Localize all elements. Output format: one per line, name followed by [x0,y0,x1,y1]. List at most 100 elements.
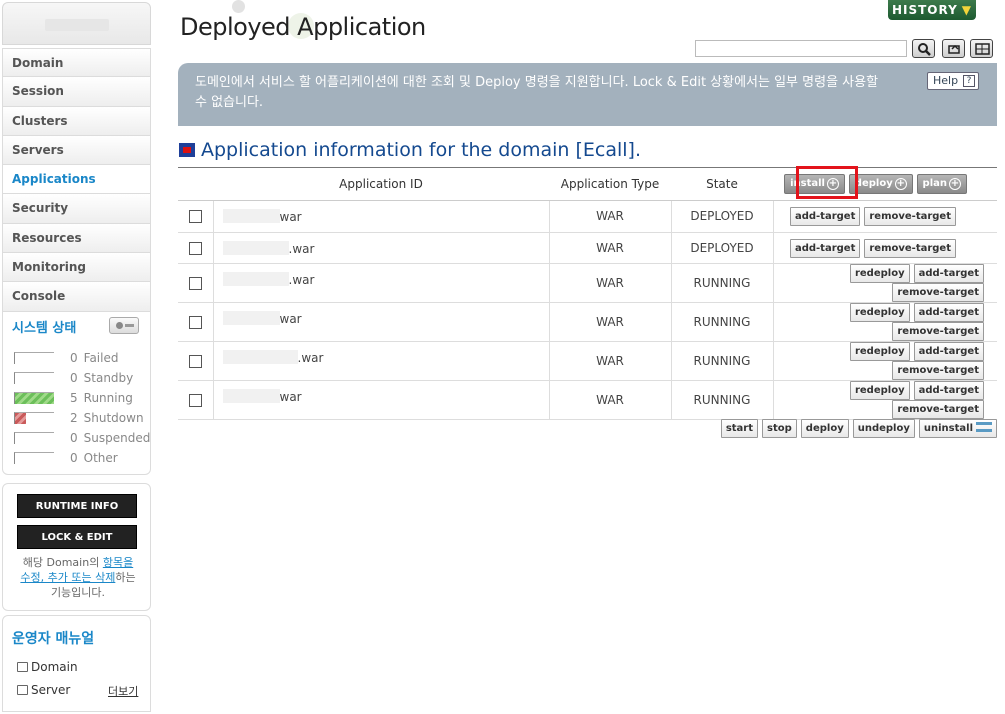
remove-target-button[interactable]: remove-target [892,361,984,381]
add-target-button[interactable]: add-target [913,264,984,284]
status-row-running: 5 Running [12,388,147,408]
status-count-value: 2 [70,411,78,425]
status-count-label: Suspended [83,431,151,445]
add-target-button[interactable]: add-target [789,238,861,258]
start-button[interactable]: start [720,419,759,438]
app-id-cell: .war [212,263,549,304]
manual-more-link[interactable]: 더보기 [108,683,138,699]
sidebar-item-security[interactable]: Security [2,194,151,224]
runtime-info-button[interactable]: RUNTIME INFO [17,494,137,518]
status-row-shutdown: 2 Shutdown [12,408,147,428]
refresh-button[interactable] [942,39,965,58]
redacted-app-name [222,240,289,255]
search-icon [918,43,931,56]
stop-button[interactable]: stop [762,419,797,438]
deploy-button[interactable]: deploy + [848,174,913,194]
row-checkbox[interactable] [188,210,202,224]
app-type-cell: WAR [548,302,671,343]
row-checkbox[interactable] [188,355,202,369]
redacted-app-name [222,272,289,287]
deploy-button[interactable]: deploy [800,419,849,438]
row-checkbox[interactable] [188,394,202,408]
status-count-value: 5 [70,391,78,405]
decor-circle [232,0,245,13]
section-flag-inner [183,147,191,153]
status-count-value: 0 [70,351,78,365]
row-checkbox[interactable] [188,277,202,291]
redacted-app-name [222,209,280,223]
table-row: war WAR RUNNING redeploy add-targetremove-ta… [178,302,997,343]
header-state: State [671,167,773,201]
search-input[interactable] [695,40,907,57]
sidebar-item-session[interactable]: Session [2,77,151,107]
table-body: war WAR DEPLOYED add-target remove-target .wa… [178,200,997,421]
add-target-button[interactable]: add-target [913,381,984,401]
chevron-down-icon: ▼ [961,3,973,17]
status-gauge [14,452,54,464]
manual-item-server[interactable]: Server [17,683,70,697]
status-count: 0 Suspended [70,431,150,445]
logo [2,2,151,45]
uninstall-button[interactable]: uninstall [918,419,997,438]
row-actions-cell: redeploy add-targetremove-target [772,341,997,382]
add-target-button[interactable]: add-target [789,206,861,226]
undeploy-button[interactable]: undeploy [852,419,915,438]
remove-target-button[interactable]: remove-target [864,206,956,226]
note-text: 해당 Domain의 [22,556,103,569]
row-actions-cell: redeploy add-targetremove-target [772,263,997,304]
row-actions-cell: redeploy add-targetremove-target [772,302,997,343]
add-target-button[interactable]: add-target [913,342,984,362]
history-button[interactable]: HISTORY ▼ [888,0,976,20]
install-button[interactable]: install + [784,174,845,194]
remove-target-button[interactable]: remove-target [892,322,984,342]
sidebar-item-applications[interactable]: Applications [2,165,151,195]
remove-target-button[interactable]: remove-target [864,238,956,258]
page-title: Deployed Application [180,13,426,41]
status-count: 0 Failed [70,351,118,365]
app-type-cell: WAR [548,263,671,304]
status-count-label: Standby [83,371,134,385]
header-actions: install + deploy + plan + [773,167,997,201]
question-icon: ? [963,75,975,87]
redeploy-button[interactable]: redeploy [849,342,910,362]
sidebar-item-console[interactable]: Console [2,282,151,312]
manual-title: 운영자 매뉴얼 [12,631,95,647]
lock-edit-button[interactable]: LOCK & EDIT [17,525,137,549]
uninstall-icon [976,422,992,432]
undeploy-label: undeploy [857,423,910,434]
row-checkbox-cell [178,263,213,304]
app-type-cell: WAR [548,341,671,382]
status-gauge-fill [15,393,54,404]
row-checkbox-cell [178,302,213,343]
sidebar-item-clusters[interactable]: Clusters [2,106,151,136]
manual-item-domain[interactable]: Domain [17,660,78,674]
status-rows: 0 Failed 0 Standby 5 Running 2 Shutdown 0 Suspend… [12,348,150,468]
sidebar-item-monitoring[interactable]: Monitoring [2,253,151,283]
add-target-button[interactable]: add-target [913,303,984,323]
status-toggle-button[interactable] [109,317,139,334]
export-excel-button[interactable] [970,39,993,58]
plus-icon: + [894,178,907,190]
sidebar-item-servers[interactable]: Servers [2,135,151,166]
sidebar-item-resources[interactable]: Resources [2,223,151,254]
sidebar-item-domain[interactable]: Domain [2,48,151,78]
redeploy-button[interactable]: redeploy [849,381,910,401]
deploy-label: deploy [854,178,893,189]
help-button[interactable]: Help? [927,72,979,90]
status-gauge [14,432,54,444]
remove-target-button[interactable]: remove-target [892,283,984,303]
remove-target-button[interactable]: remove-target [892,400,984,420]
plan-button[interactable]: plan + [916,174,967,194]
search-button[interactable] [912,39,935,58]
header-app-id: Application ID [213,167,549,201]
redeploy-button[interactable]: redeploy [849,303,910,323]
redacted-app-name [222,350,298,365]
app-id-text: war [279,210,302,224]
sidebar: Domain Session Clusters Servers Applications… [0,0,153,714]
row-checkbox[interactable] [188,316,202,330]
redeploy-button[interactable]: redeploy [849,264,910,284]
operator-manual-panel: 운영자 매뉴얼 Domain Server 더보기 [2,615,151,712]
status-count-label: Shutdown [83,411,144,425]
row-checkbox[interactable] [188,242,202,256]
info-banner: 도메인에서 서비스 할 어플리케이션에 대한 조회 및 Deploy 명령을 지… [178,63,997,126]
